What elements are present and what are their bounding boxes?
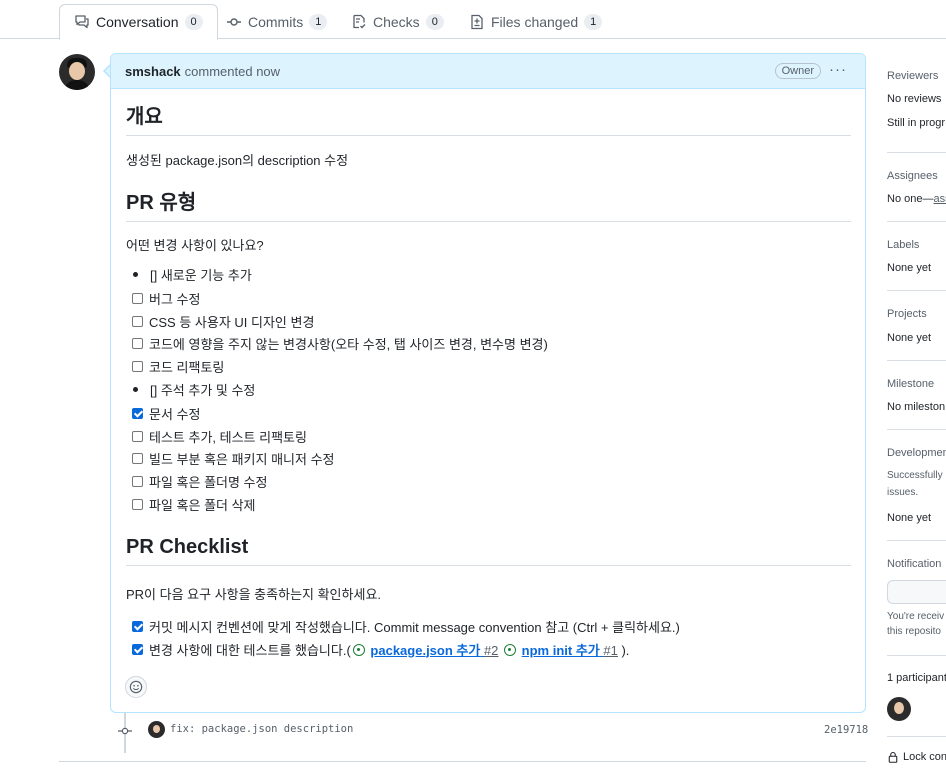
notifications-note: this reposito: [887, 626, 941, 637]
task-checkbox[interactable]: [132, 337, 143, 349]
task-list-item: 테스트 추가, 테스트 리팩토링: [132, 427, 307, 445]
task-list-item: 코드 리팩토링: [132, 357, 224, 375]
reviewers-note: Still in progr: [887, 117, 946, 129]
overview-text: 생성된 package.json의 description 수정: [126, 153, 349, 168]
task-checkbox[interactable]: [132, 430, 143, 442]
task-list-item: 빌드 부분 혹은 패키지 매니저 수정: [132, 449, 335, 467]
task-checkbox-checked[interactable]: [132, 643, 143, 655]
checklist-icon: [353, 14, 366, 28]
labels-title[interactable]: Labels: [887, 239, 919, 251]
milestone-title[interactable]: Milestone: [887, 378, 934, 390]
milestone-value: No mileston: [887, 401, 946, 413]
pr-description-comment: smshack commented now Owner ··· 개요 생성된 p…: [110, 53, 866, 713]
divider: [887, 540, 946, 541]
task-list-item: 파일 혹은 폴더 삭제: [132, 495, 256, 513]
lock-icon: [888, 751, 898, 763]
tab-conversation[interactable]: Conversation 0: [59, 4, 218, 40]
list-item: [] 주석 추가 및 수정: [132, 380, 255, 398]
labels-value: None yet: [887, 262, 932, 274]
task-checkbox-checked[interactable]: [132, 407, 143, 419]
tab-files-changed[interactable]: Files changed 1: [455, 4, 616, 39]
git-commit-icon: [227, 17, 241, 26]
divider: [887, 429, 946, 430]
list-item: [] 새로운 기능 추가: [132, 265, 252, 283]
development-title[interactable]: Developmen: [887, 447, 946, 459]
commit-message[interactable]: fix: package.json description: [170, 723, 353, 735]
task-list-item: 문서 수정: [132, 404, 200, 422]
commit-author-avatar[interactable]: [148, 721, 165, 738]
divider: [887, 290, 946, 291]
lock-conversation-button[interactable]: Lock con: [887, 751, 946, 763]
task-checkbox[interactable]: [132, 360, 143, 372]
task-list-item: 파일 혹은 폴더명 수정: [132, 472, 267, 490]
owner-badge: Owner: [774, 63, 821, 79]
tab-counter: 0: [425, 13, 444, 30]
divider: [887, 221, 946, 222]
checklist-intro: PR이 다음 요구 사항을 충족하는지 확인하세요.: [126, 587, 382, 602]
issue-opened-icon: [352, 643, 365, 656]
assignees-title[interactable]: Assignees: [887, 170, 938, 182]
development-note: Successfully: [887, 470, 943, 481]
reviewers-title[interactable]: Reviewers: [887, 70, 938, 82]
tab-counter: 1: [584, 13, 603, 30]
task-list-item: 변경 사항에 대한 테스트를 했습니다.( package.json 추가 #2…: [132, 640, 629, 658]
lock-label: Lock con: [903, 751, 946, 763]
development-value: None yet: [887, 512, 932, 524]
comment-menu-button[interactable]: ···: [829, 61, 847, 78]
task-list-item: 버그 수정: [132, 289, 200, 307]
pr-type-question: 어떤 변경 사항이 있나요?: [126, 238, 264, 253]
notifications-title: Notification: [887, 558, 942, 570]
assign-yourself-link[interactable]: ass: [933, 193, 946, 205]
comment-author[interactable]: smshack: [125, 64, 181, 79]
task-checkbox[interactable]: [132, 315, 143, 327]
pr-tabs: Conversation 0 Commits 1 Checks 0 Files …: [0, 0, 946, 40]
tab-checks[interactable]: Checks 0: [337, 4, 458, 39]
pr-sidebar: Reviewers No reviews Still in progr Assi…: [887, 56, 946, 781]
participant-avatar[interactable]: [887, 697, 911, 721]
heading-overview: 개요: [126, 100, 851, 136]
git-commit-icon: [118, 727, 132, 735]
linked-pr-package-json[interactable]: package.json 추가 #2: [370, 643, 498, 658]
heading-pr-checklist: PR Checklist: [126, 536, 851, 566]
comment-header: smshack commented now Owner ···: [111, 54, 865, 89]
assignees-value: No one—ass: [887, 193, 946, 205]
task-checkbox[interactable]: [132, 498, 143, 510]
smiley-icon: [129, 680, 143, 694]
commit-sha[interactable]: 2e19718: [824, 724, 868, 736]
tab-counter: 0: [184, 14, 203, 30]
projects-title[interactable]: Projects: [887, 308, 927, 320]
participants-count: 1 participant: [887, 672, 946, 684]
tab-commits[interactable]: Commits 1: [212, 4, 341, 39]
divider: [887, 736, 946, 737]
tab-label: Checks: [373, 13, 420, 30]
comment-discussion-icon: [75, 15, 89, 29]
task-list-item: CSS 등 사용자 UI 디자인 변경: [132, 312, 314, 330]
task-checkbox[interactable]: [132, 452, 143, 464]
development-note: issues.: [887, 487, 919, 498]
comment-timestamp: commented now: [184, 63, 281, 79]
divider: [59, 761, 866, 762]
add-reaction-button[interactable]: [125, 676, 147, 698]
reviewers-value: No reviews: [887, 93, 942, 105]
issue-opened-icon: [504, 643, 517, 656]
task-checkbox[interactable]: [132, 292, 143, 304]
task-checkbox[interactable]: [132, 475, 143, 487]
tab-label: Commits: [248, 13, 304, 30]
tab-label: Files changed: [491, 13, 579, 30]
heading-pr-type: PR 유형: [126, 186, 851, 222]
divider: [887, 360, 946, 361]
tab-counter: 1: [309, 13, 328, 30]
projects-value: None yet: [887, 332, 932, 344]
task-list-item: 코드에 영향을 주지 않는 변경사항(오타 수정, 탭 사이즈 변경, 변수명 …: [132, 334, 548, 352]
divider: [887, 655, 946, 656]
task-list-item: 커밋 메시지 컨벤션에 맞게 작성했습니다. Commit message co…: [132, 617, 680, 635]
subscribe-button[interactable]: [887, 580, 946, 604]
divider: [887, 152, 946, 153]
tab-label: Conversation: [96, 14, 179, 30]
linked-pr-npm-init[interactable]: npm init 추가 #1: [522, 643, 618, 658]
task-checkbox-checked[interactable]: [132, 620, 143, 632]
author-avatar[interactable]: [59, 54, 95, 90]
notifications-note: You're receiv: [887, 611, 945, 622]
file-diff-icon: [471, 14, 483, 29]
